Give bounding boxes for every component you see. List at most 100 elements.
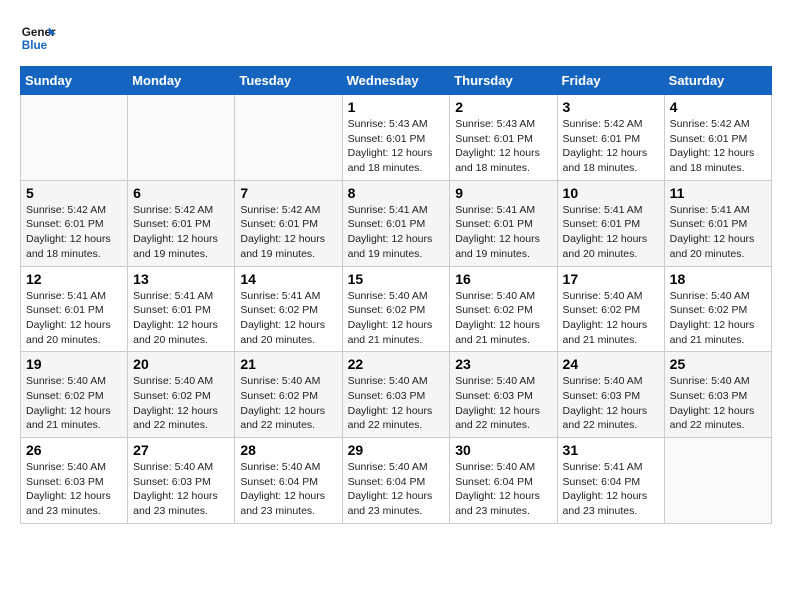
header-row: SundayMondayTuesdayWednesdayThursdayFrid… bbox=[21, 67, 772, 95]
day-info: Sunrise: 5:41 AM Sunset: 6:01 PM Dayligh… bbox=[133, 289, 229, 348]
day-info: Sunrise: 5:40 AM Sunset: 6:03 PM Dayligh… bbox=[133, 460, 229, 519]
calendar-cell: 17Sunrise: 5:40 AM Sunset: 6:02 PM Dayli… bbox=[557, 266, 664, 352]
day-number: 12 bbox=[26, 271, 122, 287]
calendar-cell: 16 Sunrise: 5:40 AM Sunset: 6:02 PM Dayli… bbox=[450, 266, 557, 352]
day-info: Sunrise: 5:40 AM Sunset: 6:04 PM Dayligh… bbox=[455, 460, 551, 519]
calendar-cell: 15 Sunrise: 5:40 AM Sunset: 6:02 PM Dayli… bbox=[342, 266, 450, 352]
day-info: Sunrise: 5:41 AM Sunset: 6:01 PM Dayligh… bbox=[563, 203, 659, 262]
calendar-table: SundayMondayTuesdayWednesdayThursdayFrid… bbox=[20, 66, 772, 524]
calendar-cell: 27 Sunrise: 5:40 AM Sunset: 6:03 PM Dayli… bbox=[128, 438, 235, 524]
calendar-cell: 14Sunrise: 5:41 AM Sunset: 6:02 PM Dayli… bbox=[235, 266, 342, 352]
day-info: Sunrise: 5:40 AM Sunset: 6:02 PM Dayligh… bbox=[133, 374, 229, 433]
day-number: 11 bbox=[670, 185, 766, 201]
day-info: Sunrise: 5:40 AM Sunset: 6:02 PM Dayligh… bbox=[455, 289, 551, 348]
day-info: Sunrise: 5:41 AM Sunset: 6:01 PM Dayligh… bbox=[670, 203, 766, 262]
day-info: Sunrise: 5:41 AM Sunset: 6:04 PM Dayligh… bbox=[563, 460, 659, 519]
day-info: Sunrise: 5:42 AM Sunset: 6:01 PM Dayligh… bbox=[26, 203, 122, 262]
day-info: Sunrise: 5:41 AM Sunset: 6:01 PM Dayligh… bbox=[26, 289, 122, 348]
day-number: 27 bbox=[133, 442, 229, 458]
logo: General Blue bbox=[20, 20, 60, 56]
day-number: 25 bbox=[670, 356, 766, 372]
calendar-cell: 29 Sunrise: 5:40 AM Sunset: 6:04 PM Dayli… bbox=[342, 438, 450, 524]
calendar-cell: 18 Sunrise: 5:40 AM Sunset: 6:02 PM Dayli… bbox=[664, 266, 771, 352]
day-number: 9 bbox=[455, 185, 551, 201]
calendar-cell: 7 Sunrise: 5:42 AM Sunset: 6:01 PM Daylig… bbox=[235, 180, 342, 266]
day-header-thursday: Thursday bbox=[450, 67, 557, 95]
day-number: 24 bbox=[563, 356, 659, 372]
day-number: 23 bbox=[455, 356, 551, 372]
day-info: Sunrise: 5:40 AM Sunset: 6:04 PM Dayligh… bbox=[348, 460, 445, 519]
day-number: 5 bbox=[26, 185, 122, 201]
logo-icon: General Blue bbox=[20, 20, 56, 56]
day-number: 3 bbox=[563, 99, 659, 115]
header: General Blue bbox=[20, 20, 772, 56]
calendar-cell: 23 Sunrise: 5:40 AM Sunset: 6:03 PM Dayli… bbox=[450, 352, 557, 438]
day-info: Sunrise: 5:40 AM Sunset: 6:03 PM Dayligh… bbox=[455, 374, 551, 433]
week-row-5: 26 Sunrise: 5:40 AM Sunset: 6:03 PM Dayli… bbox=[21, 438, 772, 524]
calendar-cell: 19 Sunrise: 5:40 AM Sunset: 6:02 PM Dayli… bbox=[21, 352, 128, 438]
day-header-monday: Monday bbox=[128, 67, 235, 95]
calendar-cell: 4 Sunrise: 5:42 AM Sunset: 6:01 PM Daylig… bbox=[664, 95, 771, 181]
day-info: Sunrise: 5:40 AM Sunset: 6:03 PM Dayligh… bbox=[563, 374, 659, 433]
day-number: 21 bbox=[240, 356, 336, 372]
day-number: 26 bbox=[26, 442, 122, 458]
calendar-cell bbox=[21, 95, 128, 181]
calendar-cell: 30 Sunrise: 5:40 AM Sunset: 6:04 PM Dayli… bbox=[450, 438, 557, 524]
day-info: Sunrise: 5:40 AM Sunset: 6:02 PM Dayligh… bbox=[240, 374, 336, 433]
day-number: 15 bbox=[348, 271, 445, 287]
day-info: Sunrise: 5:42 AM Sunset: 6:01 PM Dayligh… bbox=[240, 203, 336, 262]
day-header-saturday: Saturday bbox=[664, 67, 771, 95]
calendar-cell: 9Sunrise: 5:41 AM Sunset: 6:01 PM Daylig… bbox=[450, 180, 557, 266]
calendar-cell bbox=[128, 95, 235, 181]
day-number: 31 bbox=[563, 442, 659, 458]
day-header-friday: Friday bbox=[557, 67, 664, 95]
day-info: Sunrise: 5:40 AM Sunset: 6:02 PM Dayligh… bbox=[670, 289, 766, 348]
calendar-cell: 24 Sunrise: 5:40 AM Sunset: 6:03 PM Dayli… bbox=[557, 352, 664, 438]
day-number: 18 bbox=[670, 271, 766, 287]
day-info: Sunrise: 5:41 AM Sunset: 6:02 PM Dayligh… bbox=[240, 289, 336, 348]
day-number: 1 bbox=[348, 99, 445, 115]
calendar-cell: 8 Sunrise: 5:41 AM Sunset: 6:01 PM Daylig… bbox=[342, 180, 450, 266]
day-info: Sunrise: 5:42 AM Sunset: 6:01 PM Dayligh… bbox=[133, 203, 229, 262]
calendar-cell bbox=[664, 438, 771, 524]
week-row-4: 19 Sunrise: 5:40 AM Sunset: 6:02 PM Dayli… bbox=[21, 352, 772, 438]
day-number: 10 bbox=[563, 185, 659, 201]
day-number: 8 bbox=[348, 185, 445, 201]
calendar-cell: 11 Sunrise: 5:41 AM Sunset: 6:01 PM Dayli… bbox=[664, 180, 771, 266]
day-header-sunday: Sunday bbox=[21, 67, 128, 95]
day-number: 30 bbox=[455, 442, 551, 458]
day-info: Sunrise: 5:40 AM Sunset: 6:03 PM Dayligh… bbox=[670, 374, 766, 433]
calendar-cell: 12 Sunrise: 5:41 AM Sunset: 6:01 PM Dayli… bbox=[21, 266, 128, 352]
week-row-2: 5 Sunrise: 5:42 AM Sunset: 6:01 PM Daylig… bbox=[21, 180, 772, 266]
calendar-cell bbox=[235, 95, 342, 181]
week-row-3: 12 Sunrise: 5:41 AM Sunset: 6:01 PM Dayli… bbox=[21, 266, 772, 352]
day-number: 22 bbox=[348, 356, 445, 372]
calendar-cell: 20Sunrise: 5:40 AM Sunset: 6:02 PM Dayli… bbox=[128, 352, 235, 438]
day-info: Sunrise: 5:40 AM Sunset: 6:02 PM Dayligh… bbox=[348, 289, 445, 348]
day-number: 16 bbox=[455, 271, 551, 287]
day-number: 7 bbox=[240, 185, 336, 201]
svg-text:Blue: Blue bbox=[22, 39, 48, 52]
calendar-cell: 1 Sunrise: 5:43 AM Sunset: 6:01 PM Daylig… bbox=[342, 95, 450, 181]
day-info: Sunrise: 5:41 AM Sunset: 6:01 PM Dayligh… bbox=[348, 203, 445, 262]
day-number: 19 bbox=[26, 356, 122, 372]
calendar-cell: 13Sunrise: 5:41 AM Sunset: 6:01 PM Dayli… bbox=[128, 266, 235, 352]
week-row-1: 1 Sunrise: 5:43 AM Sunset: 6:01 PM Daylig… bbox=[21, 95, 772, 181]
calendar-cell: 21 Sunrise: 5:40 AM Sunset: 6:02 PM Dayli… bbox=[235, 352, 342, 438]
day-number: 4 bbox=[670, 99, 766, 115]
day-number: 2 bbox=[455, 99, 551, 115]
day-info: Sunrise: 5:40 AM Sunset: 6:03 PM Dayligh… bbox=[26, 460, 122, 519]
calendar-cell: 2Sunrise: 5:43 AM Sunset: 6:01 PM Daylig… bbox=[450, 95, 557, 181]
calendar-cell: 6 Sunrise: 5:42 AM Sunset: 6:01 PM Daylig… bbox=[128, 180, 235, 266]
day-info: Sunrise: 5:42 AM Sunset: 6:01 PM Dayligh… bbox=[670, 117, 766, 176]
day-number: 29 bbox=[348, 442, 445, 458]
day-header-tuesday: Tuesday bbox=[235, 67, 342, 95]
day-info: Sunrise: 5:42 AM Sunset: 6:01 PM Dayligh… bbox=[563, 117, 659, 176]
day-number: 28 bbox=[240, 442, 336, 458]
calendar-cell: 10 Sunrise: 5:41 AM Sunset: 6:01 PM Dayli… bbox=[557, 180, 664, 266]
day-number: 6 bbox=[133, 185, 229, 201]
day-info: Sunrise: 5:43 AM Sunset: 6:01 PM Dayligh… bbox=[348, 117, 445, 176]
day-info: Sunrise: 5:40 AM Sunset: 6:02 PM Dayligh… bbox=[26, 374, 122, 433]
calendar-cell: 31 Sunrise: 5:41 AM Sunset: 6:04 PM Dayli… bbox=[557, 438, 664, 524]
day-info: Sunrise: 5:40 AM Sunset: 6:04 PM Dayligh… bbox=[240, 460, 336, 519]
